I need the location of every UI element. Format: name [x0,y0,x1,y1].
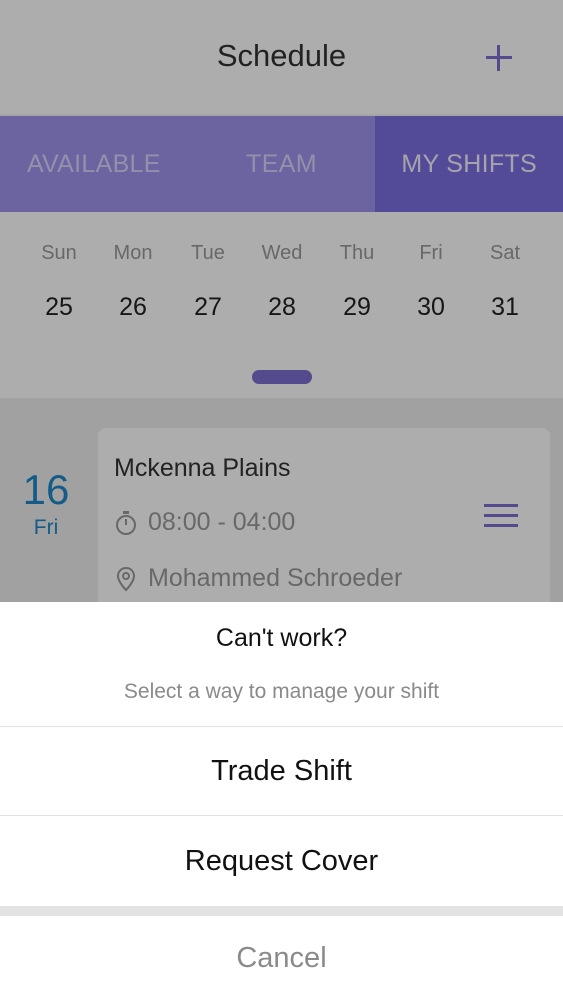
action-sheet-subtitle: Select a way to manage your shift [123,680,440,703]
action-sheet-title: Can't work? [215,624,348,652]
trade-shift-button[interactable]: Trade Shift [0,727,563,815]
section-gap [0,906,563,916]
action-sheet-header: Can't work? Select a way to manage your … [0,602,563,726]
request-cover-button[interactable]: Request Cover [0,816,563,906]
cancel-button[interactable]: Cancel [0,916,563,1000]
action-sheet: Can't work? Select a way to manage your … [0,602,563,1000]
